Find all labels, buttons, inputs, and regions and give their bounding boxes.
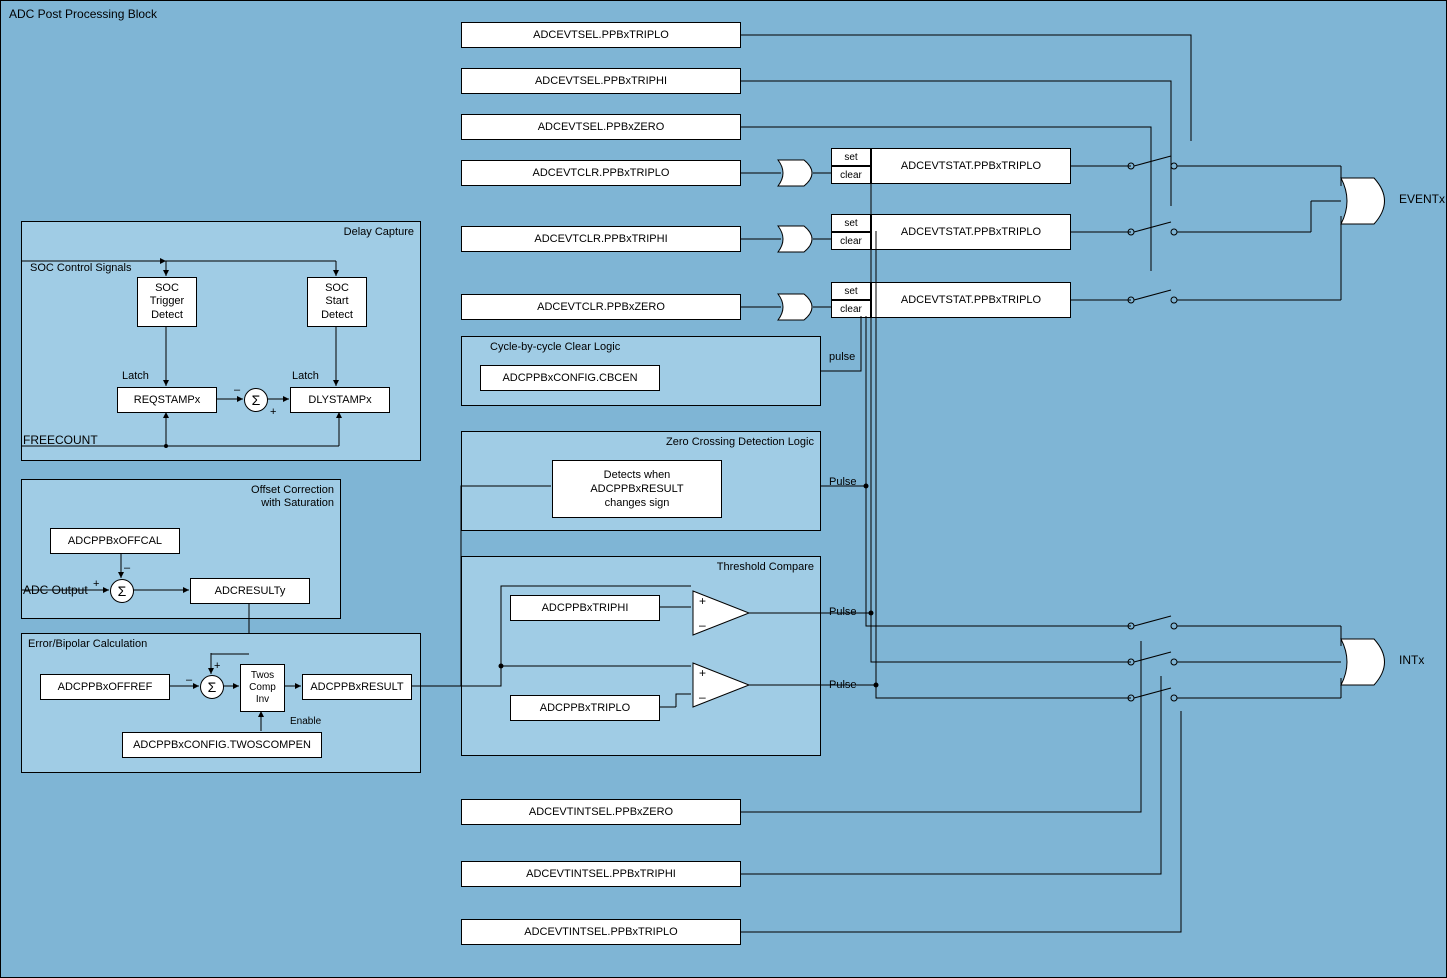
evtclr-zero: ADCEVTCLR.PPBxZERO: [461, 294, 741, 320]
evtclr-triplo: ADCEVTCLR.PPBxTRIPLO: [461, 160, 741, 186]
svg-text:+: +: [214, 660, 220, 672]
diagram-canvas: ADC Post Processing Block Delay Capture …: [0, 0, 1447, 978]
evtsel-routing: [741, 21, 1241, 361]
intx-label: INTx: [1399, 653, 1424, 667]
error-wires: – +: [21, 633, 451, 773]
delay-wires: – +: [21, 221, 421, 461]
evtsel-zero: ADCEVTSEL.PPBxZERO: [461, 114, 741, 140]
svg-text:–: –: [234, 384, 241, 396]
svg-text:–: –: [124, 562, 131, 574]
evtsel-triplo: ADCEVTSEL.PPBxTRIPLO: [461, 22, 741, 48]
main-title: ADC Post Processing Block: [9, 7, 157, 21]
eventx-label: EVENTx: [1399, 192, 1445, 206]
evtsel-triphi: ADCEVTSEL.PPBxTRIPHI: [461, 68, 741, 94]
svg-text:+: +: [93, 578, 99, 590]
center-routing: [421, 336, 1141, 946]
svg-text:+: +: [270, 406, 276, 418]
svg-text:–: –: [186, 674, 193, 686]
offset-wires: + –: [21, 479, 341, 639]
evtclr-triphi: ADCEVTCLR.PPBxTRIPHI: [461, 226, 741, 252]
